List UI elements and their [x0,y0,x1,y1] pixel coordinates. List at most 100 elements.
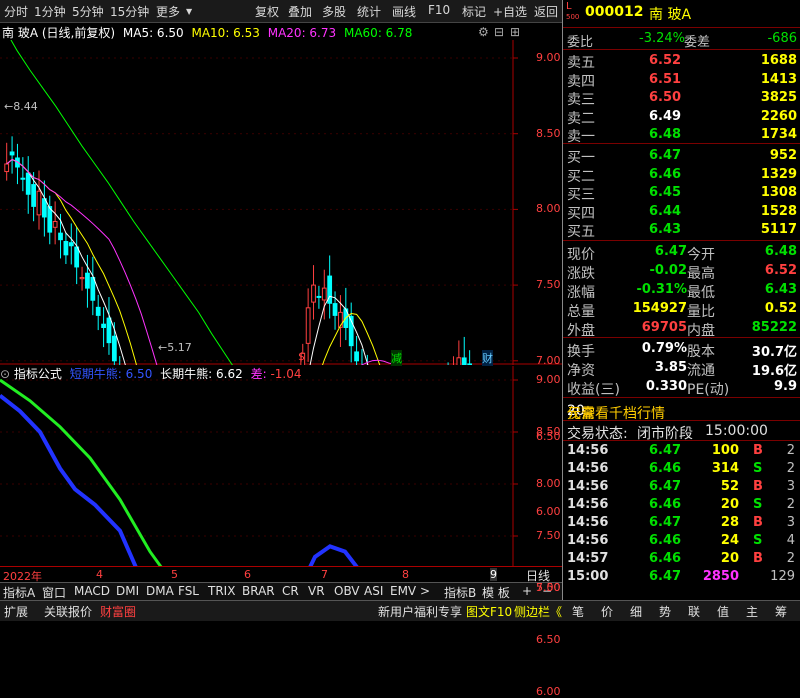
stats2-value: 3.85 [654,360,687,375]
tick-price: 6.46 [649,551,682,566]
stats-row: 涨幅 -0.31% 最低 6.43 [563,281,800,301]
buys-label: 买四 [567,205,595,222]
quote-tab-6[interactable]: 主 [746,603,758,620]
sells-volume: 1688 [760,53,797,68]
zoom-plus-icon[interactable]: ⊞ [510,25,520,39]
toolbar-item-5min[interactable]: 5分钟 [72,3,104,20]
sells-volume: 2260 [760,108,797,124]
stats-label: 涨跌 [567,266,595,282]
event-dividend-icon[interactable]: $ [298,350,305,363]
quote-tab-3[interactable]: 势 [659,603,671,620]
sells-row[interactable]: 卖一 6.48 1734 [563,126,800,145]
wealth-circle-button[interactable]: 财富圈 [100,603,136,620]
f10-button[interactable]: 图文F10 [466,603,512,620]
event-reduce-icon[interactable]: 减 [391,350,402,366]
sells-row[interactable]: 卖三 6.50 3825 [563,89,800,108]
toolbar-item-f10[interactable]: F10 [428,3,450,17]
candle [354,336,359,365]
tab-15[interactable]: 模 板 [482,584,510,601]
toolbar-item-more[interactable]: 更多 [156,3,180,20]
tab-16[interactable]: + [522,584,532,598]
tick-time: 14:57 [567,551,609,566]
time-axis: 2022年 4 5 6 7 8 9 日线 [0,566,562,583]
tick-row: 14:56 6.47 100 B 2 [563,442,800,460]
promo-row[interactable]: 仅需 20 元查看千档行情 [563,401,800,422]
extend-button[interactable]: 扩展 [4,603,28,620]
toolbar-item-add-fav[interactable]: +自选 [493,3,527,20]
toolbar-item-back[interactable]: 返回 [534,3,558,20]
sells-price: 6.51 [649,71,682,87]
tab-6[interactable]: TRIX [208,584,235,598]
stats-value2: 85222 [751,320,797,335]
tick-time: 14:56 [567,479,609,494]
kline-chart[interactable] [0,40,562,365]
zoom-minus-icon[interactable]: ⊟ [494,25,504,39]
tab-12[interactable]: EMV [390,584,416,598]
buys-row[interactable]: 买五 6.43 5117 [563,221,800,240]
sidebar-button[interactable]: 侧边栏《 [514,603,562,620]
sells-row[interactable]: 卖二 6.49 2260 [563,108,800,127]
tab-7[interactable]: BRAR [242,584,275,598]
sells-price: 6.48 [649,127,682,142]
tab-11[interactable]: ASI [364,584,383,598]
high-value: 8.44 [13,100,38,113]
buys-price: 6.44 [649,203,682,219]
tab-2[interactable]: MACD [74,584,110,598]
toolbar-item-15min[interactable]: 15分钟 [110,3,149,20]
quote-tab-7[interactable]: 筹 [775,603,787,620]
weibi-value: -3.24% [639,31,685,46]
sells-row[interactable]: 卖四 6.51 1413 [563,71,800,90]
toolbar-item-draw[interactable]: 画线 [392,3,416,20]
sells-price: 6.50 [649,90,682,105]
quote-tab-5[interactable]: 值 [717,603,729,620]
toolbar-item-multi[interactable]: 多股 [322,3,346,20]
quote-tab-2[interactable]: 细 [630,603,642,620]
new-user-button[interactable]: 新用户福利专享 [378,603,462,620]
toolbar-item-adjust[interactable]: 复权 [255,3,279,20]
tab-5[interactable]: FSL [178,584,199,598]
sells-row[interactable]: 卖五 6.52 1688 [563,52,800,71]
related-quote-button[interactable]: 关联报价 [44,603,92,620]
buys-row[interactable]: 买二 6.46 1329 [563,166,800,185]
tab-4[interactable]: DMA [146,584,174,598]
candle [9,136,15,174]
event-finance-icon[interactable]: 财 [482,350,493,366]
tab-0[interactable]: 指标A [3,584,35,601]
buys-row[interactable]: 买三 6.45 1308 [563,184,800,203]
toolbar-item-minute[interactable]: 分时 [4,3,28,20]
tab-1[interactable]: 窗口 [42,584,66,601]
tick-row: 14:56 6.47 28 B 3 [563,514,800,532]
toolbar-item-stats[interactable]: 统计 [357,3,381,20]
tab-10[interactable]: OBV [334,584,360,598]
candle [316,285,322,309]
quote-tab-4[interactable]: 联 [688,603,700,620]
tab-13[interactable]: > [420,584,430,598]
quote-tab-0[interactable]: 笔 [572,603,584,620]
tab-8[interactable]: CR [282,584,299,598]
chevron-down-icon[interactable]: ▼ [186,7,192,16]
candle [311,265,316,320]
sells-volume: 3825 [760,90,797,105]
tick-count: 129 [770,569,795,584]
ma10-line [6,158,381,365]
candle [68,223,74,265]
buys-price: 6.47 [649,148,682,163]
quote-tab-1[interactable]: 价 [601,603,613,620]
buys-row[interactable]: 买一 6.47 952 [563,147,800,166]
buys-row[interactable]: 买四 6.44 1528 [563,203,800,222]
sells-label: 卖五 [567,55,595,71]
candle [305,288,311,362]
tab-9[interactable]: VR [308,584,325,598]
settings-gear-icon[interactable]: ⚙ [478,25,489,39]
tab-14[interactable]: 指标B [444,584,476,601]
stats-label: 现价 [567,247,595,263]
indicator-chart[interactable] [0,366,562,566]
toolbar-item-mark[interactable]: 标记 [462,3,486,20]
toolbar-item-1min[interactable]: 1分钟 [34,3,66,20]
candle [4,142,10,181]
ma20-line [6,158,398,365]
toolbar-item-overlay[interactable]: 叠加 [288,3,312,20]
candle [461,336,467,365]
time-label-9: 9 [490,568,497,581]
tab-3[interactable]: DMI [116,584,139,598]
